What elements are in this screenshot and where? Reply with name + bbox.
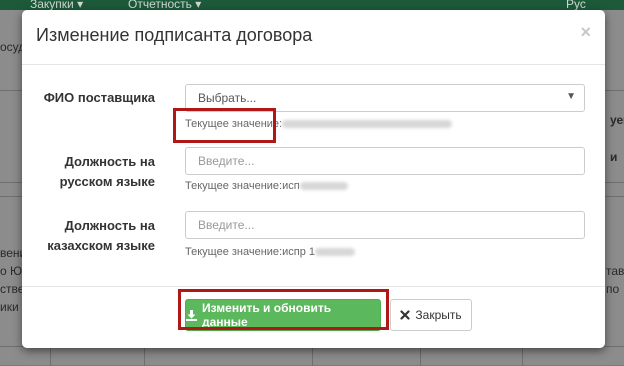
- label-text: ФИО поставщика: [43, 90, 155, 105]
- divider: [522, 346, 523, 366]
- change-signatory-modal: Изменение подписанта договора × ФИО пост…: [22, 10, 605, 348]
- redacted-value: [315, 248, 356, 257]
- position-kz-label: Должность на казахском языке: [32, 216, 155, 256]
- bg-fragment: уем: [610, 113, 624, 127]
- times-icon: [400, 310, 410, 320]
- position-ru-current-value: Текущее значение:исп: [185, 180, 348, 192]
- help-prefix: Текущее значение:: [185, 180, 283, 192]
- divider: [50, 346, 51, 366]
- bg-fragment: и: [610, 150, 618, 164]
- caret-down-icon: ▼: [566, 91, 576, 102]
- label-line: Должность на: [64, 154, 155, 169]
- position-kz-input[interactable]: Введите...: [185, 211, 585, 239]
- help-visible: исп: [282, 180, 300, 192]
- modal-title: Изменение подписанта договора: [36, 25, 313, 45]
- close-icon[interactable]: ×: [580, 23, 591, 41]
- highlight-box: [178, 289, 389, 330]
- redacted-value: [282, 120, 453, 129]
- bg-fragment: ики: [0, 300, 19, 314]
- top-navbar: Закупки ▾ Отчетность ▾ Рус: [0, 0, 624, 11]
- divider: [312, 346, 313, 366]
- bg-fragment: по: [606, 282, 620, 296]
- input-placeholder: Введите...: [198, 218, 255, 232]
- highlight-box: [173, 108, 276, 143]
- divider: [144, 346, 145, 366]
- input-placeholder: Введите...: [198, 154, 255, 168]
- help-prefix: Текущее значение:: [185, 246, 283, 258]
- label-line: казахском языке: [47, 238, 155, 253]
- bg-fragment: о Ю: [0, 264, 23, 278]
- bg-fragment: тав: [606, 264, 624, 278]
- label-line: русском языке: [59, 174, 155, 189]
- button-label: Закрыть: [415, 308, 462, 322]
- position-kz-current-value: Текущее значение:испр 1: [185, 246, 356, 258]
- supplier-name-label: ФИО поставщика: [32, 88, 155, 108]
- help-visible: испр 1: [282, 246, 316, 258]
- select-value: Выбрать...: [198, 91, 257, 105]
- modal-header: Изменение подписанта договора ×: [22, 10, 605, 65]
- close-button[interactable]: Закрыть: [390, 299, 472, 331]
- position-ru-label: Должность на русском языке: [32, 152, 155, 192]
- divider: [420, 346, 421, 366]
- redacted-value: [299, 182, 348, 191]
- label-line: Должность на: [64, 218, 155, 233]
- position-ru-input[interactable]: Введите...: [185, 147, 585, 175]
